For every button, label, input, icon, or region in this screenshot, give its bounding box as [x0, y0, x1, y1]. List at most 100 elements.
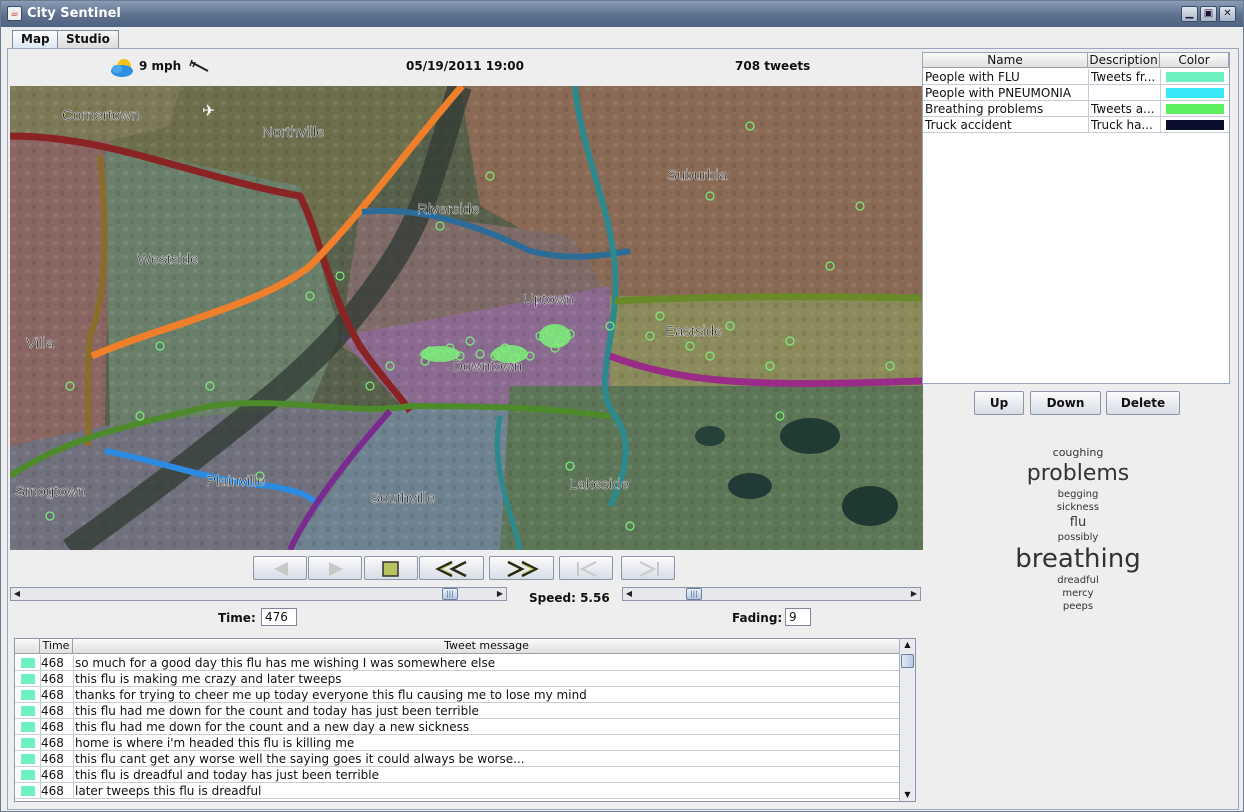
layer-header-name[interactable]: Name: [923, 53, 1088, 68]
tweet-color-swatch: [21, 674, 35, 684]
tweet-time: 468: [41, 736, 64, 750]
layer-name: Truck accident: [925, 118, 1012, 132]
tweet-color-swatch: [21, 754, 35, 764]
label-cornertown: Cornertown: [62, 107, 140, 124]
tweet-row[interactable]: 468 this flu is dreadful and today has ju…: [15, 767, 901, 783]
tweet-row[interactable]: 468 this flu had me down for the count an…: [15, 719, 901, 735]
layer-color-swatch[interactable]: [1166, 72, 1224, 82]
skip-end-icon: [639, 561, 659, 577]
label-uptown: Uptown: [523, 291, 574, 308]
layer-down-button[interactable]: Down: [1030, 391, 1101, 415]
time-slider-left-arrow-icon[interactable]: ◀: [11, 588, 23, 600]
tweet-time: 468: [41, 688, 64, 702]
layer-color-swatch[interactable]: [1166, 104, 1224, 114]
label-eastside: Eastside: [665, 323, 723, 340]
layer-name: People with PNEUMONIA: [925, 86, 1072, 100]
time-field[interactable]: 476: [261, 608, 297, 626]
rewind-icon: [435, 560, 467, 578]
tweet-count: 708 tweets: [735, 59, 811, 73]
tab-map[interactable]: Map: [12, 30, 59, 48]
column-header-color[interactable]: [15, 639, 40, 654]
tweet-message: so much for a good day this flu has me w…: [75, 656, 496, 670]
tweet-message: this flu had me down for the count and a…: [75, 720, 470, 734]
play-forward-button[interactable]: [308, 556, 362, 580]
java-app-icon: ☕: [7, 6, 22, 21]
column-header-message[interactable]: Tweet message: [73, 639, 901, 654]
tweet-row[interactable]: 468 later tweeps this flu is dreadful: [15, 783, 901, 799]
label-lakeside: Lakeside: [569, 476, 629, 493]
current-datetime: 05/19/2011 19:00: [406, 59, 524, 73]
word-mercy: mercy: [1062, 588, 1094, 599]
layer-row[interactable]: People with PNEUMONIA: [923, 85, 1229, 101]
app-window: ☕ City Sentinel ▁ ▣ ✕ Map Studio 9 mph 0…: [0, 0, 1244, 812]
title-bar[interactable]: ☕ City Sentinel ▁ ▣ ✕: [1, 1, 1243, 27]
play-backward-button[interactable]: [253, 556, 307, 580]
maximize-button[interactable]: ▣: [1200, 6, 1217, 22]
speed-slider-right-arrow-icon[interactable]: ▶: [908, 588, 920, 600]
tweet-message: this flu had me down for the count and t…: [75, 704, 479, 718]
label-suburbia: Suburbia: [667, 167, 728, 184]
layer-header-color[interactable]: Color: [1160, 53, 1229, 68]
tweet-row[interactable]: 468 this flu cant get any worse well the …: [15, 751, 901, 767]
label-southville: Southville: [370, 490, 435, 507]
rewind-button[interactable]: [419, 556, 484, 580]
tweet-color-swatch: [21, 786, 35, 796]
fast-forward-button[interactable]: [489, 556, 554, 580]
layer-row[interactable]: Truck accident Truck ha...: [923, 117, 1229, 133]
layer-row[interactable]: People with FLU Tweets fr...: [923, 69, 1229, 85]
word-coughing: coughing: [1052, 446, 1104, 459]
city-map[interactable]: ✈ Cornertown Northville Suburbia Riversi…: [10, 86, 923, 550]
close-button[interactable]: ✕: [1219, 6, 1236, 22]
tweet-row[interactable]: 468 this flu had me down for the count an…: [15, 703, 901, 719]
tweet-row[interactable]: 468 this flu is making me crazy and later…: [15, 671, 901, 687]
tab-studio[interactable]: Studio: [57, 30, 119, 48]
skip-end-button[interactable]: [621, 556, 675, 580]
tweet-color-swatch: [21, 722, 35, 732]
layer-description: Tweets a...: [1091, 102, 1155, 116]
tweet-table-scrollbar[interactable]: ▲ ▼: [899, 639, 915, 801]
tweet-time: 468: [41, 720, 64, 734]
layer-color-swatch[interactable]: [1166, 120, 1224, 130]
scroll-up-arrow-icon[interactable]: ▲: [900, 639, 915, 651]
time-slider-right-arrow-icon[interactable]: ▶: [494, 588, 506, 600]
skip-start-button[interactable]: [559, 556, 613, 580]
skip-start-icon: [577, 561, 597, 577]
tweet-row[interactable]: 468 so much for a good day this flu has m…: [15, 655, 901, 671]
tweet-row[interactable]: 468 thanks for trying to cheer me up toda…: [15, 687, 901, 703]
tweet-time: 468: [41, 656, 64, 670]
label-plainville: Plainville: [206, 473, 265, 490]
minimize-button[interactable]: ▁: [1181, 6, 1198, 22]
tweet-time: 468: [41, 784, 64, 798]
layer-delete-button[interactable]: Delete: [1106, 391, 1180, 415]
fading-field[interactable]: 9: [785, 608, 811, 626]
layer-up-button[interactable]: Up: [974, 391, 1024, 415]
layer-color-swatch[interactable]: [1166, 88, 1224, 98]
tweet-row[interactable]: 468 home is where i'm headed this flu is …: [15, 735, 901, 751]
time-label: Time:: [218, 611, 256, 625]
word-sickness: sickness: [1056, 502, 1100, 513]
speed-slider[interactable]: ◀ ||| ▶: [622, 587, 921, 601]
column-header-time[interactable]: Time: [40, 639, 73, 654]
speed-slider-thumb[interactable]: |||: [686, 588, 702, 600]
time-slider-thumb[interactable]: |||: [442, 588, 458, 600]
layer-header-description[interactable]: Description: [1088, 53, 1160, 68]
weather-icon: [110, 57, 136, 82]
word-begging: begging: [1057, 489, 1099, 500]
stop-button[interactable]: [364, 556, 418, 580]
speed-slider-left-arrow-icon[interactable]: ◀: [623, 588, 635, 600]
time-slider[interactable]: ◀ ||| ▶: [10, 587, 507, 601]
word-flu: flu: [1069, 515, 1087, 530]
tweet-color-swatch: [21, 770, 35, 780]
scroll-thumb[interactable]: [901, 654, 914, 668]
label-villa: Villa: [26, 335, 55, 352]
tweet-time: 468: [41, 768, 64, 782]
svg-text:✈: ✈: [202, 101, 215, 120]
wind-speed: 9 mph: [139, 59, 182, 73]
scroll-down-arrow-icon[interactable]: ▼: [900, 789, 915, 801]
layer-row[interactable]: Breathing problems Tweets a...: [923, 101, 1229, 117]
label-riverside: Riverside: [417, 201, 480, 218]
stop-icon: [382, 561, 399, 577]
fast-forward-icon: [507, 560, 539, 578]
tweet-time: 468: [41, 672, 64, 686]
word-peeps: peeps: [1062, 601, 1094, 612]
